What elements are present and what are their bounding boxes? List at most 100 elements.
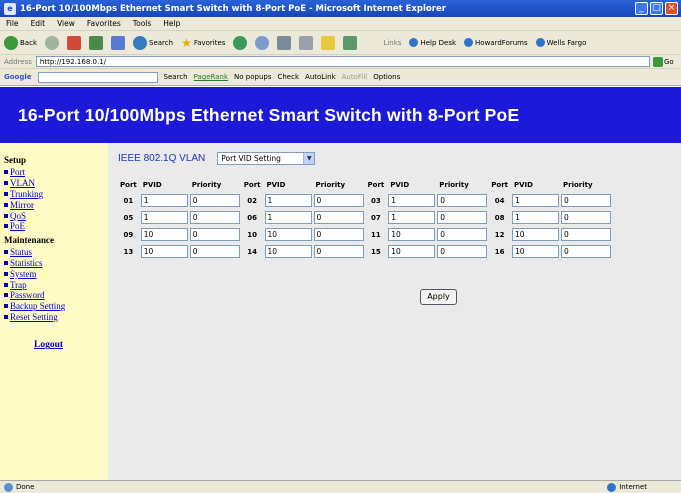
home-icon[interactable] (111, 35, 125, 50)
pvid-input[interactable]: 1 (264, 211, 312, 224)
pvid-input[interactable]: 1 (140, 194, 188, 207)
refresh-icon[interactable] (89, 35, 103, 50)
minimize-icon[interactable]: _ (635, 2, 648, 15)
folder-icon[interactable] (321, 35, 336, 50)
maintenance-heading: Maintenance (4, 234, 54, 245)
table-row: 05 1 0 06 1 0 07 1 0 08 1 0 (118, 210, 611, 225)
pvid-input[interactable]: 1 (512, 194, 559, 207)
apply-button[interactable]: Apply (420, 289, 457, 305)
sidebar-item-label: Trap (10, 279, 27, 290)
google-search-input[interactable] (37, 71, 158, 83)
pvid-input[interactable]: 10 (512, 245, 559, 258)
priority-input[interactable]: 0 (189, 228, 240, 241)
menu-file[interactable]: File (6, 19, 19, 28)
priority-input[interactable]: 0 (437, 211, 488, 224)
sidebar-item-port[interactable]: Port (4, 167, 108, 178)
logout-link[interactable]: Logout (34, 340, 108, 350)
stop-icon[interactable] (67, 35, 81, 50)
priority-input[interactable]: 0 (313, 228, 364, 241)
priority-input[interactable]: 0 (561, 245, 611, 258)
link-wells-fargo[interactable]: Wells Fargo (535, 38, 586, 47)
pvid-input[interactable]: 10 (264, 228, 312, 241)
messenger-icon[interactable] (343, 35, 358, 50)
priority-input[interactable]: 0 (561, 194, 611, 207)
maximize-icon[interactable]: □ (650, 2, 663, 15)
pvid-input[interactable]: 10 (512, 228, 559, 241)
pvid-input[interactable]: 1 (388, 194, 436, 207)
go-button[interactable]: Go (653, 56, 679, 67)
address-input[interactable]: http://192.168.0.1/ (35, 56, 650, 67)
google-search-button[interactable]: Search (164, 73, 188, 81)
pvid-input[interactable]: 10 (388, 228, 436, 241)
pvid-cell: 10 (140, 244, 188, 259)
pvid-input[interactable]: 10 (264, 245, 312, 258)
back-button[interactable]: Back (4, 35, 37, 50)
column-header-port: Port (491, 181, 508, 189)
autofill-button[interactable]: AutoFill (342, 73, 368, 81)
pvid-input[interactable]: 10 (140, 228, 188, 241)
menu-tools[interactable]: Tools (133, 19, 151, 28)
sidebar-item-reset-setting[interactable]: Reset Setting (4, 312, 108, 323)
vlan-mode-value: Port VID Setting (221, 154, 281, 163)
pvid-input[interactable]: 1 (140, 211, 188, 224)
link-howardforums[interactable]: HowardForums (464, 38, 528, 47)
sidebar-item-statistics[interactable]: Statistics (4, 258, 108, 269)
star-icon: ★ (181, 35, 192, 50)
pvid-input[interactable]: 1 (388, 211, 436, 224)
options-button[interactable]: Options (373, 73, 400, 81)
sidebar-item-system[interactable]: System (4, 268, 108, 279)
link-help-desk[interactable]: Help Desk (409, 38, 456, 47)
media-icon[interactable] (233, 35, 248, 50)
priority-input[interactable]: 0 (189, 211, 240, 224)
priority-input[interactable]: 0 (313, 194, 364, 207)
page-banner: 16-Port 10/100Mbps Ethernet Smart Switch… (0, 87, 681, 143)
sidebar-item-vlan[interactable]: VLAN (4, 178, 108, 189)
menu-edit[interactable]: Edit (31, 19, 46, 28)
close-icon[interactable]: × (665, 2, 678, 15)
forward-arrow-icon[interactable] (45, 35, 59, 50)
column-header-port: Port (243, 181, 261, 189)
favorites-button[interactable]: ★ Favorites (181, 36, 225, 50)
sidebar-item-mirror[interactable]: Mirror (4, 199, 108, 210)
pvid-input[interactable]: 10 (388, 245, 436, 258)
priority-input[interactable]: 0 (313, 245, 364, 258)
priority-input[interactable]: 0 (437, 228, 488, 241)
bullet-icon (4, 293, 8, 298)
menu-favorites[interactable]: Favorites (87, 19, 121, 28)
spell-check-button[interactable]: Check (277, 73, 299, 81)
sidebar-item-poe[interactable]: PoE (4, 221, 108, 232)
priority-input[interactable]: 0 (313, 211, 364, 224)
bullet-icon (4, 260, 8, 265)
priority-input[interactable]: 0 (561, 211, 611, 224)
sidebar-item-password[interactable]: Password (4, 290, 108, 301)
google-logo[interactable]: Google (4, 73, 32, 81)
priority-input[interactable]: 0 (561, 228, 611, 241)
vlan-mode-select[interactable]: Port VID Setting ▼ (217, 152, 316, 165)
pvid-input[interactable]: 10 (140, 245, 188, 258)
sidebar-item-trap[interactable]: Trap (4, 279, 108, 290)
sidebar-item-backup-setting[interactable]: Backup Setting (4, 301, 108, 312)
menu-view[interactable]: View (57, 19, 75, 28)
zone-label: Internet (619, 483, 647, 491)
search-button[interactable]: Search (133, 35, 173, 50)
status-text: Done (16, 483, 35, 491)
sidebar-item-trunking[interactable]: Trunking (4, 189, 108, 200)
priority-input[interactable]: 0 (437, 194, 488, 207)
pvid-input[interactable]: 1 (512, 211, 559, 224)
mail-icon[interactable] (277, 35, 292, 50)
history-icon[interactable] (255, 35, 270, 50)
popup-blocker-button[interactable]: No popups (234, 73, 271, 81)
sidebar-item-status[interactable]: Status (4, 247, 108, 258)
pvid-input[interactable]: 1 (264, 194, 312, 207)
priority-input[interactable]: 0 (189, 245, 240, 258)
priority-input[interactable]: 0 (189, 194, 240, 207)
port-number: 03 (371, 196, 381, 205)
sidebar-item-label: Mirror (10, 199, 34, 210)
priority-input[interactable]: 0 (437, 245, 488, 258)
menu-help[interactable]: Help (163, 19, 180, 28)
sidebar-item-qos[interactable]: QoS (4, 210, 108, 221)
autolink-button[interactable]: AutoLink (305, 73, 336, 81)
column-header-pvid: PVID (266, 181, 286, 189)
print-icon[interactable] (299, 35, 314, 50)
pagerank-indicator[interactable]: PageRank (194, 73, 228, 81)
